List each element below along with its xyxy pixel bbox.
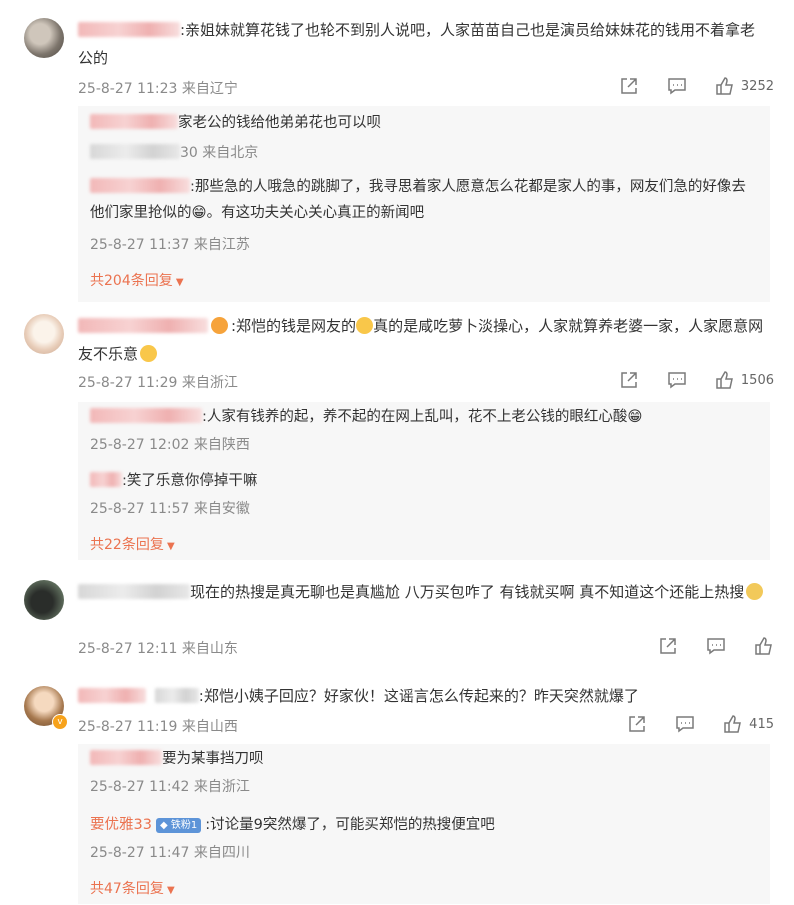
reply-meta: 30 来自北京 (90, 142, 258, 162)
more-replies-link[interactable]: 共22条回复 ▼ (90, 534, 175, 554)
blurred-username[interactable] (90, 114, 178, 129)
blurred-username[interactable] (78, 22, 180, 37)
reply-text: 家老公的钱给他弟弟花也可以呗 (90, 110, 760, 136)
comment-actions: 1506 (591, 370, 774, 390)
blurred-username[interactable] (78, 584, 190, 599)
blurred-username[interactable] (90, 750, 162, 765)
avatar[interactable] (24, 580, 64, 620)
comment-meta: 25-8-27 11:29 来自浙江 (78, 375, 238, 391)
comment-text: :郑恺小姨子回应？好家伙！这谣言怎么传起来的？昨天突然就爆了 (78, 682, 768, 710)
like-count: 1506 (740, 372, 774, 388)
comment-icon[interactable] (706, 636, 726, 656)
comment-meta: 25-8-27 12:11 来自山东 (78, 641, 238, 657)
reply-meta: 25-8-27 11:47 来自四川 (90, 845, 250, 861)
comment-actions (630, 636, 774, 656)
like-icon[interactable] (715, 370, 735, 390)
share-icon[interactable] (619, 76, 639, 96)
share-icon[interactable] (627, 714, 647, 734)
avatar[interactable] (24, 18, 64, 58)
blurred-username[interactable] (78, 688, 146, 703)
reply-username[interactable]: 要优雅33 (90, 817, 152, 833)
reply-meta: 25-8-27 11:37 来自江苏 (90, 237, 250, 253)
reply-box: 要为某事挡刀呗 25-8-27 11:42 来自浙江 要优雅33 ◆ 铁粉1:讨论… (78, 744, 770, 904)
reply-box: 家老公的钱给他弟弟花也可以呗 30 来自北京 :那些急的人哦急的跳脚了，我寻思着… (78, 106, 770, 302)
avatar[interactable] (24, 314, 64, 354)
comment-text: 现在的热搜是真无聊也是真尴尬 八万买包咋了 有钱就买啊 真不知道这个还能上热搜 (78, 578, 768, 606)
blurred-badge (154, 688, 199, 703)
like-icon[interactable] (723, 714, 743, 734)
emoji-icon (356, 317, 374, 334)
blurred-username[interactable] (78, 318, 208, 333)
caret-down-icon: ▼ (172, 277, 184, 288)
more-replies-link[interactable]: 共47条回复 ▼ (90, 878, 175, 898)
reply-text: 要优雅33 ◆ 铁粉1:讨论量9突然爆了，可能买郑恺的热搜便宜吧 (90, 817, 495, 833)
blurred-username[interactable] (90, 178, 190, 193)
share-icon[interactable] (619, 370, 639, 390)
comment-icon[interactable] (667, 370, 687, 390)
like-icon[interactable] (715, 76, 735, 96)
like-count: 415 (749, 716, 774, 732)
reply-text: :那些急的人哦急的跳脚了，我寻思着家人愿意怎么花都是家人的事，网友们急的好像去他… (90, 178, 746, 221)
caret-down-icon: ▼ (163, 885, 175, 896)
reply-text: 要为某事挡刀呗 (90, 746, 760, 772)
reply-meta: 25-8-27 12:02 来自陕西 (90, 437, 250, 453)
comment-text: :亲姐妹就算花钱了也轮不到别人说吧，人家苗苗自己也是演员给妹妹花的钱用不着拿老公… (78, 21, 756, 67)
reply-box: :人家有钱养的起，养不起的在网上乱叫，花不上老公钱的眼红心酸😁 25-8-27 … (78, 402, 770, 560)
emoji-icon (140, 345, 158, 362)
comment-meta: 25-8-27 11:19 来自山西 (78, 719, 238, 735)
reply-meta: 25-8-27 11:42 来自浙江 (90, 779, 250, 795)
share-icon[interactable] (658, 636, 678, 656)
comment-text: :郑恺的钱是网友的 真的是咸吃萝卜淡操心，人家就算养老婆一家，人家愿意网友不乐意 (78, 317, 764, 363)
reply-meta: 25-8-27 11:57 来自安徽 (90, 501, 250, 517)
comment-meta: 25-8-27 11:23 来自辽宁 (78, 81, 238, 97)
caret-down-icon: ▼ (163, 541, 175, 552)
fan-badge: ◆ 铁粉1 (155, 818, 202, 833)
reply-text: :人家有钱养的起，养不起的在网上乱叫，花不上老公钱的眼红心酸😁 (90, 404, 760, 430)
like-count: 3252 (740, 78, 774, 94)
emoji-icon (211, 317, 228, 334)
comment-icon[interactable] (675, 714, 695, 734)
reply-text: :笑了乐意你停掉干嘛 (90, 468, 760, 494)
like-icon[interactable] (754, 636, 774, 656)
verified-badge-icon: v (52, 714, 68, 730)
comment-actions: 415 (599, 714, 774, 734)
blurred-username[interactable] (90, 472, 122, 487)
comment-actions: 3252 (591, 76, 774, 96)
blurred-date (90, 144, 180, 159)
comment-icon[interactable] (667, 76, 687, 96)
blurred-username[interactable] (90, 408, 202, 423)
emoji-icon (746, 583, 764, 600)
more-replies-link[interactable]: 共204条回复 ▼ (90, 270, 184, 290)
